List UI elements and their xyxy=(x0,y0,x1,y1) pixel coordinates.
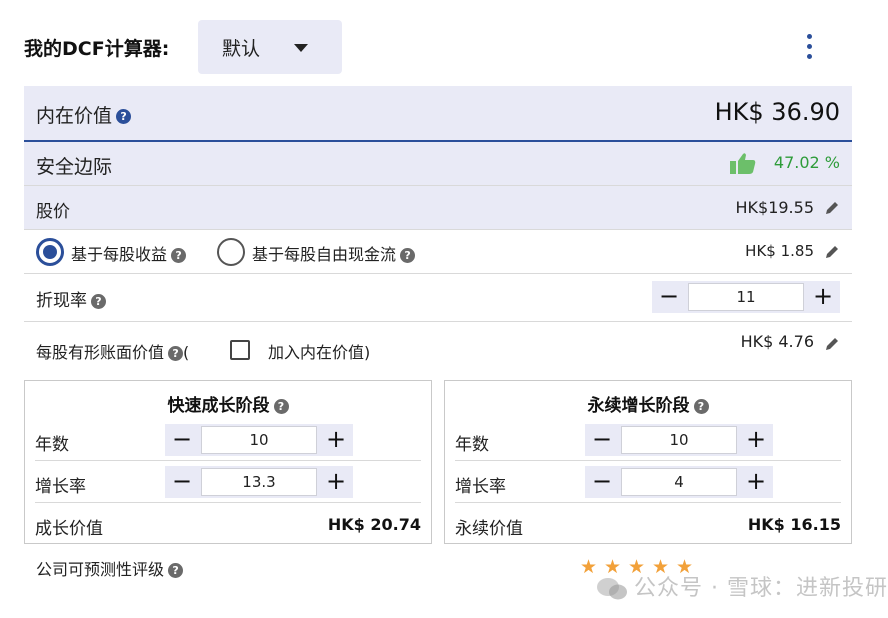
preset-dropdown-value: 默认 xyxy=(222,38,261,60)
terminal-stage-panel: 永续增长阶段? 年数 − 10 + 增长率 − 4 + 永续价值 HK$ 16.… xyxy=(444,380,852,544)
discount-rate-stepper: − 11 + xyxy=(652,281,840,313)
terminal-stage-title: 永续增长阶段? xyxy=(445,391,851,416)
caret-down-icon xyxy=(294,44,308,52)
terminal-rate-row: 增长率 − 4 + xyxy=(455,461,841,503)
discount-rate-label-text: 折现率 xyxy=(36,291,87,311)
edit-pencil-icon[interactable] xyxy=(824,244,840,260)
intrinsic-value-label: 内在价值? xyxy=(36,101,132,128)
more-options-icon[interactable] xyxy=(804,34,816,62)
star-icon: ★ xyxy=(580,556,598,578)
preset-dropdown[interactable]: 默认 xyxy=(198,20,342,74)
include-in-intrinsic-label: 加入内在价值) xyxy=(268,343,371,362)
help-icon[interactable]: ? xyxy=(168,346,184,361)
help-icon[interactable]: ? xyxy=(400,248,416,263)
radio-eps-label: 基于每股收益? xyxy=(71,241,187,265)
terminal-value: HK$ 16.15 xyxy=(747,515,841,534)
margin-of-safety-label: 安全边际 xyxy=(36,156,113,178)
intrinsic-value-row: 内在价值? HK$ 36.90 xyxy=(24,86,852,142)
radio-eps[interactable] xyxy=(36,238,64,266)
thumbs-up-icon xyxy=(730,153,756,174)
edit-pencil-icon[interactable] xyxy=(824,336,840,352)
radio-eps-text: 基于每股收益 xyxy=(71,245,168,264)
increment-button[interactable]: + xyxy=(319,466,353,498)
growth-years-row: 年数 − 10 + xyxy=(35,419,421,461)
intrinsic-value-label-text: 内在价值 xyxy=(36,105,113,127)
help-icon[interactable]: ? xyxy=(171,248,187,263)
growth-stage-title: 快速成长阶段? xyxy=(25,391,431,416)
radio-fcf-text: 基于每股自由现金流 xyxy=(252,245,397,264)
terminal-years-input[interactable]: 10 xyxy=(621,426,737,454)
increment-button[interactable]: + xyxy=(319,424,353,456)
help-icon[interactable]: ? xyxy=(168,563,184,578)
growth-value-label: 成长价值 xyxy=(35,519,103,539)
stock-price-label: 股价 xyxy=(36,202,70,222)
growth-value: HK$ 20.74 xyxy=(327,515,421,534)
dcf-panel: 内在价值? HK$ 36.90 安全边际 47.02 % 股价 HK$19.55… xyxy=(24,86,852,378)
decrement-button[interactable]: − xyxy=(585,424,619,456)
growth-rate-stepper: − 13.3 + xyxy=(165,466,353,498)
help-icon[interactable]: ? xyxy=(91,293,106,309)
predictability-label: 公司可预测性评级? xyxy=(36,556,184,580)
decrement-button[interactable]: − xyxy=(585,466,619,498)
help-icon[interactable]: ? xyxy=(693,398,709,414)
valuation-basis-row: 基于每股收益? 基于每股自由现金流? HK$ 1.85 xyxy=(24,230,852,274)
wechat-icon xyxy=(597,578,627,600)
growth-rate-label: 增长率 xyxy=(35,477,86,497)
terminal-rate-stepper: − 4 + xyxy=(585,466,773,498)
discount-rate-label: 折现率? xyxy=(36,286,106,311)
tangible-book-value-row: 每股有形账面价值?( 加入内在价值) HK$ 4.76 xyxy=(24,322,852,378)
growth-years-stepper: − 10 + xyxy=(165,424,353,456)
tangible-book-value-text: 每股有形账面价值 xyxy=(36,343,165,362)
terminal-value-label: 永续价值 xyxy=(455,519,523,539)
growth-value-row: 成长价值 HK$ 20.74 xyxy=(35,503,421,545)
growth-rate-input[interactable]: 13.3 xyxy=(201,468,317,496)
margin-of-safety-row: 安全边际 47.02 % xyxy=(24,142,852,186)
watermark: 公众号 · 雪球：进新投研 xyxy=(596,570,888,602)
include-in-intrinsic-checkbox[interactable] xyxy=(230,340,250,360)
predictability-label-text: 公司可预测性评级 xyxy=(36,560,165,579)
terminal-value-row: 永续价值 HK$ 16.15 xyxy=(455,503,841,545)
terminal-years-label: 年数 xyxy=(455,435,489,455)
increment-button[interactable]: + xyxy=(739,466,773,498)
help-icon[interactable]: ? xyxy=(116,109,132,124)
decrement-button[interactable]: − xyxy=(165,424,199,456)
terminal-rate-input[interactable]: 4 xyxy=(621,468,737,496)
stock-price-row: 股价 HK$19.55 xyxy=(24,186,852,230)
basis-value: HK$ 1.85 xyxy=(745,242,814,260)
calculator-header: 我的DCF计算器: 默认 xyxy=(24,20,864,76)
stock-price-value: HK$19.55 xyxy=(735,198,814,217)
open-paren: ( xyxy=(183,343,190,362)
watermark-text: 公众号 · 雪球：进新投研 xyxy=(634,576,888,601)
increment-button[interactable]: + xyxy=(739,424,773,456)
intrinsic-value: HK$ 36.90 xyxy=(714,98,840,126)
decrement-button[interactable]: − xyxy=(652,281,686,313)
increment-button[interactable]: + xyxy=(806,281,840,313)
growth-rate-row: 增长率 − 13.3 + xyxy=(35,461,421,503)
terminal-years-stepper: − 10 + xyxy=(585,424,773,456)
edit-pencil-icon[interactable] xyxy=(824,200,840,216)
growth-stage-panel: 快速成长阶段? 年数 − 10 + 增长率 − 13.3 + 成长价值 HK$ … xyxy=(24,380,432,544)
decrement-button[interactable]: − xyxy=(165,466,199,498)
growth-stage-title-text: 快速成长阶段 xyxy=(167,396,270,416)
tangible-book-value: HK$ 4.76 xyxy=(740,332,814,351)
tangible-book-value-label: 每股有形账面价值?( xyxy=(36,339,189,363)
terminal-years-row: 年数 − 10 + xyxy=(455,419,841,461)
radio-fcf-label: 基于每股自由现金流? xyxy=(252,241,416,265)
terminal-rate-label: 增长率 xyxy=(455,477,506,497)
discount-rate-input[interactable]: 11 xyxy=(688,283,804,311)
discount-rate-row: 折现率? − 11 + xyxy=(24,274,852,322)
calculator-title: 我的DCF计算器: xyxy=(24,38,170,60)
growth-years-input[interactable]: 10 xyxy=(201,426,317,454)
help-icon[interactable]: ? xyxy=(273,398,289,414)
margin-of-safety-value: 47.02 % xyxy=(773,153,840,172)
radio-fcf[interactable] xyxy=(217,238,245,266)
terminal-stage-title-text: 永续增长阶段 xyxy=(587,396,690,416)
growth-years-label: 年数 xyxy=(35,435,69,455)
